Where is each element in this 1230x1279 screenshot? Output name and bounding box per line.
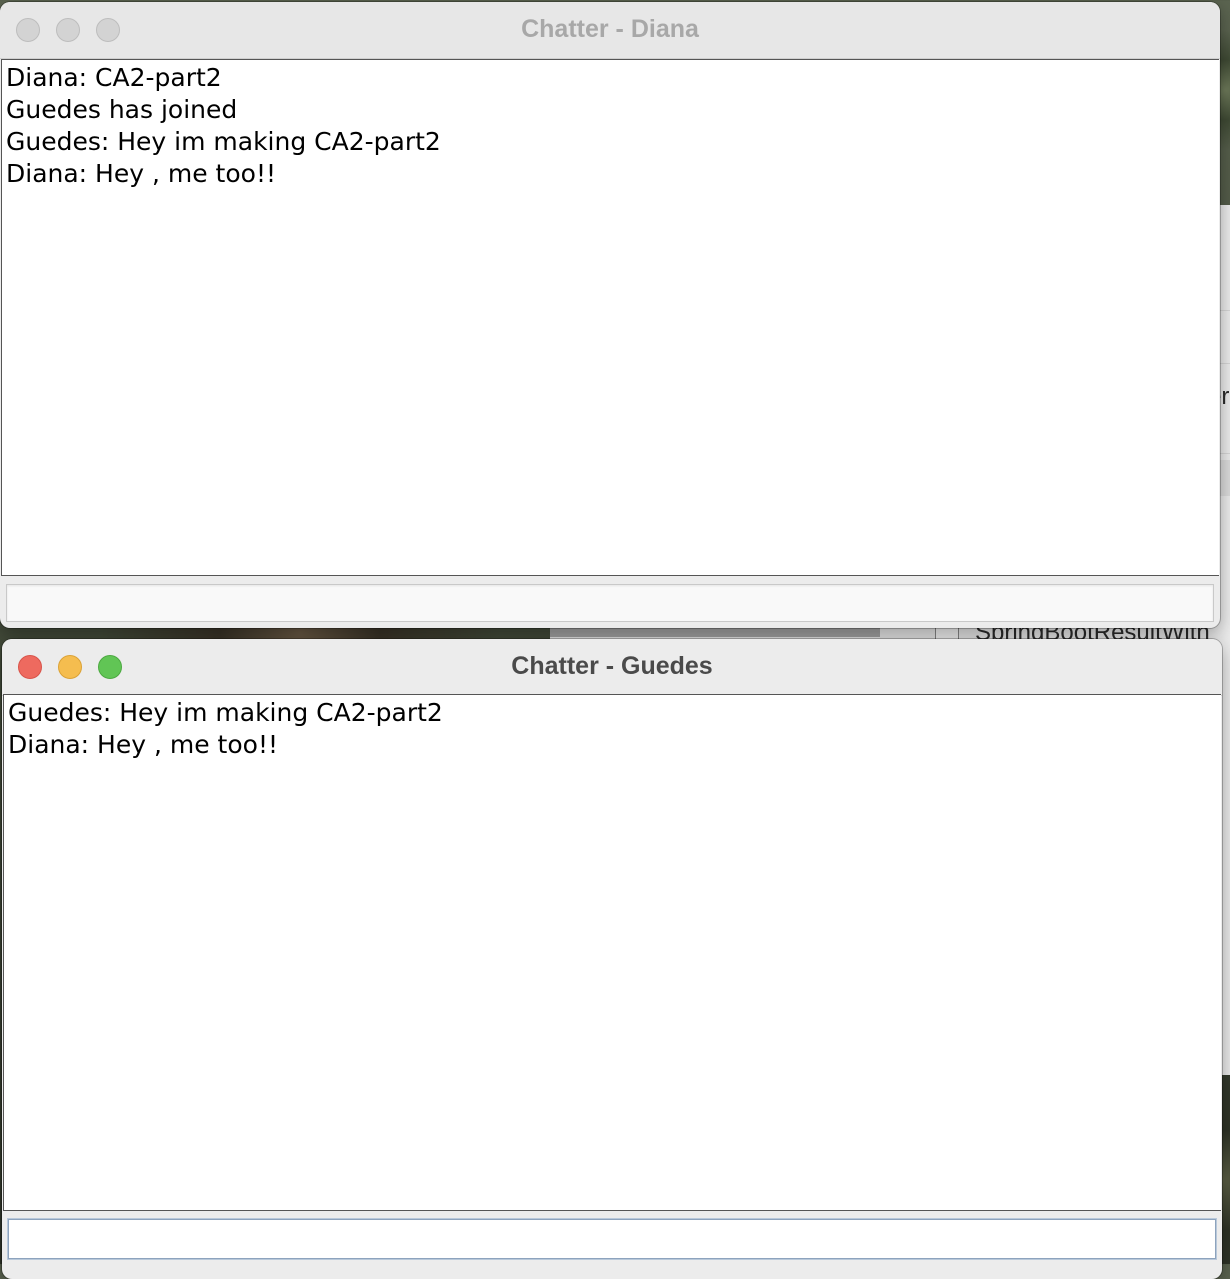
chat-log[interactable]: Guedes: Hey im making CA2-part2 Diana: H…: [3, 694, 1221, 1211]
window-titlebar[interactable]: Chatter - Diana: [0, 2, 1220, 59]
window-title: Chatter - Guedes: [511, 652, 713, 680]
chat-message: Diana: Hey , me too!!: [6, 159, 276, 188]
window-title: Chatter - Diana: [521, 15, 699, 43]
chat-message: Guedes: Hey im making CA2-part2: [8, 698, 443, 727]
message-input[interactable]: [8, 1219, 1216, 1259]
chat-message: Guedes has joined: [6, 95, 238, 124]
message-input[interactable]: [6, 584, 1214, 622]
chat-message: Guedes: Hey im making CA2-part2: [6, 127, 441, 156]
window-titlebar[interactable]: Chatter - Guedes: [2, 639, 1222, 696]
chatter-window-diana: Chatter - Diana Diana: CA2-part2 Guedes …: [0, 2, 1220, 628]
chat-message: Diana: CA2-part2: [6, 63, 222, 92]
chat-message: Diana: Hey , me too!!: [8, 730, 278, 759]
chat-log[interactable]: Diana: CA2-part2 Guedes has joined Guede…: [1, 59, 1219, 576]
chatter-window-guedes: Chatter - Guedes Guedes: Hey im making C…: [2, 639, 1222, 1279]
